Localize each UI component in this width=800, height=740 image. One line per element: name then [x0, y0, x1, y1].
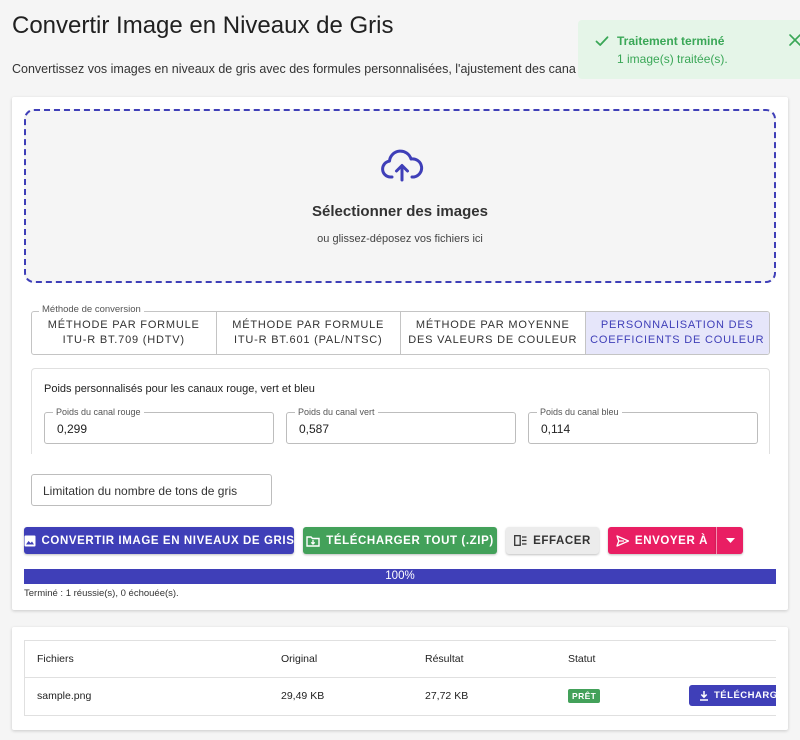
progress-status: Terminé : 1 réussie(s), 0 échouée(s).: [24, 588, 179, 599]
original-size: 29,49 KB: [281, 690, 325, 702]
red-weight-value: 0,299: [57, 422, 88, 436]
progress-label: 100%: [385, 570, 415, 582]
folder-download-icon: [306, 535, 320, 547]
convert-label: CONVERTIR IMAGE EN NIVEAUX DE GRIS: [41, 534, 295, 547]
progress-bar: 100%: [24, 569, 776, 584]
header-files: Fichiers: [37, 653, 74, 665]
download-icon: [700, 691, 708, 701]
method-average-line2: DES VALEURS DE COULEUR: [408, 334, 578, 346]
method-average-line1: MÉTHODE PAR MOYENNE: [415, 319, 570, 331]
gray-tones-limit-toggle[interactable]: Limitation du nombre de tons de gris: [31, 474, 272, 506]
method-bt601-line2: ITU-R BT.601 (PAL/NTSC): [234, 334, 383, 346]
gray-tones-limit-label: Limitation du nombre de tons de gris: [43, 484, 238, 498]
header-status: Statut: [568, 653, 596, 665]
method-bt601-line1: MÉTHODE PAR FORMULE: [232, 319, 385, 331]
result-size: 27,72 KB: [425, 690, 469, 702]
image-dropzone[interactable]: Sélectionner des images ou glissez-dépos…: [24, 109, 776, 283]
method-legend: Méthode de conversion: [39, 304, 144, 315]
image-icon: [24, 535, 36, 546]
blue-weight-label: Poids du canal bleu: [537, 407, 622, 417]
download-zip-label: TÉLÉCHARGER TOUT (.ZIP): [326, 534, 494, 547]
page-subtitle: Convertissez vos images en niveaux de gr…: [12, 62, 576, 76]
download-zip-button[interactable]: TÉLÉCHARGER TOUT (.ZIP): [303, 527, 497, 554]
dropzone-title: Sélectionner des images: [312, 203, 488, 220]
results-card: Fichiers Original Résultat Statut sample…: [12, 627, 788, 730]
download-file-button[interactable]: TÉLÉCHARGER: [689, 685, 776, 706]
clear-button[interactable]: EFFACER: [506, 527, 599, 554]
cloud-upload-icon: [381, 149, 424, 182]
send-to-button[interactable]: ENVOYER À: [608, 527, 716, 554]
dropzone-subtitle: ou glissez-déposez vos fichiers ici: [317, 233, 483, 245]
results-table: Fichiers Original Résultat Statut sample…: [24, 640, 776, 716]
send-to-dropdown-button[interactable]: [716, 527, 743, 554]
caret-down-icon: [725, 538, 735, 543]
clear-label: EFFACER: [533, 534, 591, 547]
status-badge: PRÊT: [568, 689, 601, 703]
method-bt709-line1: MÉTHODE PAR FORMULE: [47, 319, 200, 331]
converter-card: Sélectionner des images ou glissez-dépos…: [12, 97, 788, 610]
toast-title: Traitement terminé: [617, 34, 725, 48]
custom-weights-panel: Poids personnalisés pour les canaux roug…: [31, 368, 770, 454]
file-name: sample.png: [37, 690, 92, 702]
toast-message: 1 image(s) traitée(s).: [617, 52, 728, 66]
green-weight-value: 0,587: [299, 422, 330, 436]
header-result: Résultat: [425, 653, 464, 665]
method-average[interactable]: MÉTHODE PAR MOYENNE DES VALEURS DE COULEU…: [401, 312, 586, 354]
success-toast: Traitement terminé 1 image(s) traitée(s)…: [578, 20, 800, 79]
method-custom-line1: PERSONNALISATION DES: [600, 319, 754, 331]
method-custom[interactable]: PERSONNALISATION DES COEFFICIENTS DE COUL…: [585, 312, 769, 354]
method-bt709-line2: ITU-R BT.709 (HDTV): [62, 334, 185, 346]
blue-weight-value: 0,114: [541, 422, 571, 436]
method-custom-line2: COEFFICIENTS DE COULEUR: [590, 334, 765, 346]
table-header-row: Fichiers Original Résultat Statut: [25, 641, 776, 678]
header-original: Original: [281, 653, 318, 665]
green-weight-label: Poids du canal vert: [295, 407, 378, 417]
send-to-label: ENVOYER À: [634, 534, 709, 547]
green-weight-field[interactable]: Poids du canal vert 0,587: [286, 407, 516, 444]
send-icon: [616, 534, 629, 547]
convert-button[interactable]: CONVERTIR IMAGE EN NIVEAUX DE GRIS: [24, 527, 294, 554]
check-icon: [595, 36, 609, 46]
method-bt601[interactable]: MÉTHODE PAR FORMULE ITU-R BT.601 (PAL/NTS…: [217, 312, 401, 354]
clear-all-icon: [514, 535, 527, 546]
conversion-method-toggle: MÉTHODE PAR FORMULE ITU-R BT.709 (HDTV) M…: [31, 311, 770, 355]
blue-weight-field[interactable]: Poids du canal bleu 0,114: [528, 407, 758, 444]
method-bt709[interactable]: MÉTHODE PAR FORMULE ITU-R BT.709 (HDTV): [32, 312, 217, 354]
weights-title: Poids personnalisés pour les canaux roug…: [44, 383, 315, 395]
page-title: Convertir Image en Niveaux de Gris: [12, 12, 394, 39]
close-icon[interactable]: [788, 33, 800, 47]
red-weight-label: Poids du canal rouge: [53, 407, 144, 417]
red-weight-field[interactable]: Poids du canal rouge 0,299: [44, 407, 274, 444]
table-row: sample.png 29,49 KB 27,72 KB PRÊT TÉLÉCH…: [25, 678, 776, 715]
download-file-label: TÉLÉCHARGER: [714, 690, 776, 701]
